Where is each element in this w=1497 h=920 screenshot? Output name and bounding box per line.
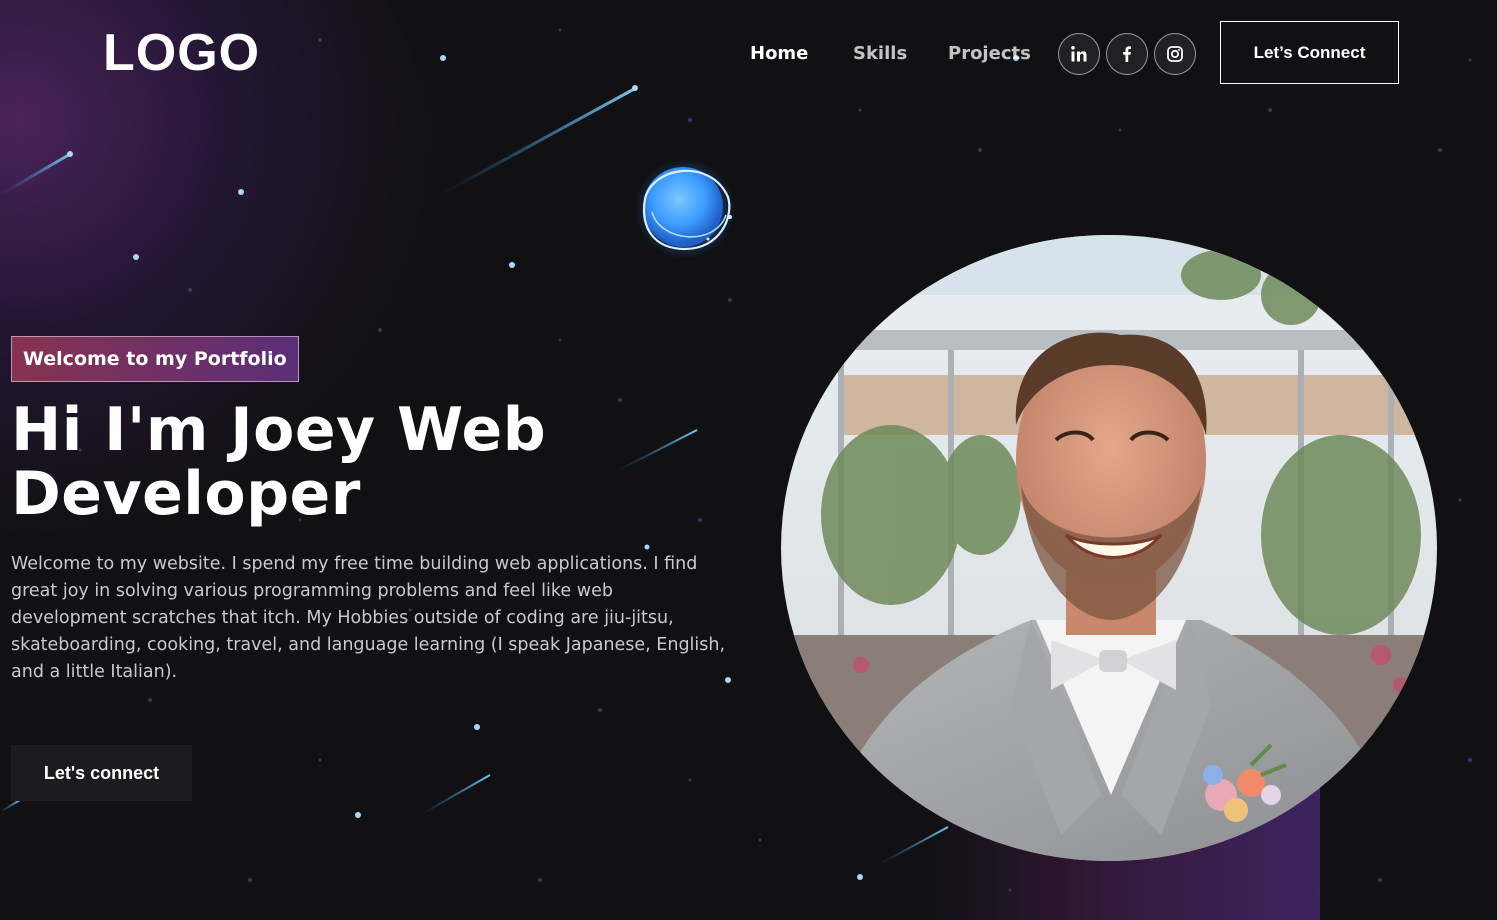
intro-paragraph: Welcome to my website. I spend my free t…: [11, 554, 726, 682]
welcome-badge: Welcome to my Portfolio: [11, 336, 299, 382]
page-title: Hi I'm Joey Web Developer: [11, 398, 651, 526]
linkedin-button[interactable]: [1058, 33, 1100, 75]
nav-home-link[interactable]: Home: [750, 42, 808, 66]
instagram-icon: [1167, 46, 1183, 62]
instagram-button[interactable]: [1154, 33, 1196, 75]
profile-photo: [781, 235, 1437, 861]
headline-line-1: Hi I'm Joey Web: [11, 395, 547, 465]
portfolio-page: LOGO Home Skills Projects Let’s Connect: [0, 0, 1497, 920]
nav-projects-link[interactable]: Projects: [948, 42, 1031, 66]
linkedin-icon: [1071, 46, 1087, 62]
facebook-button[interactable]: [1106, 33, 1148, 75]
nav-skills-link[interactable]: Skills: [853, 42, 907, 66]
headline-line-2: Developer: [11, 459, 361, 529]
facebook-icon: [1123, 46, 1131, 62]
logo[interactable]: LOGO: [103, 24, 260, 82]
lets-connect-hero-button[interactable]: Let's connect: [11, 745, 192, 801]
planet-illustration: [635, 159, 735, 257]
lets-connect-nav-button[interactable]: Let’s Connect: [1220, 21, 1399, 84]
